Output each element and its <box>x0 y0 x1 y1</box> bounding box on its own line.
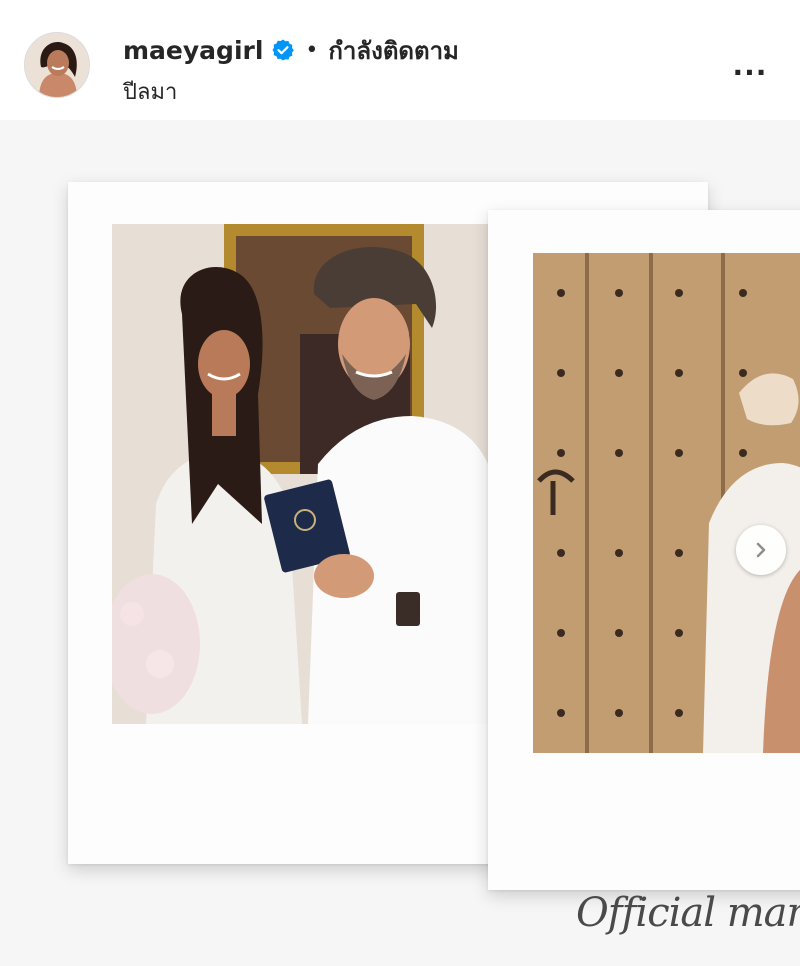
username-row: maeyagirl • กำลังติดตาม <box>123 33 459 67</box>
post-header: maeyagirl • กำลังติดตาม ปีลมา ... <box>0 0 800 120</box>
following-button[interactable]: กำลังติดตาม <box>328 31 459 70</box>
post-location[interactable]: ปีลมา <box>123 74 177 109</box>
couple-photo <box>112 224 488 724</box>
door-photo <box>533 253 800 753</box>
profile-avatar[interactable] <box>24 32 90 98</box>
next-slide-button[interactable] <box>736 525 786 575</box>
username-link[interactable]: maeyagirl <box>123 36 263 65</box>
chevron-right-icon <box>756 542 766 558</box>
verified-badge-icon <box>271 38 295 62</box>
more-options-button[interactable]: ... <box>728 48 772 82</box>
post-image[interactable]: Official marri <box>0 120 800 966</box>
separator-dot: • <box>305 37 319 63</box>
more-options-icon: ... <box>732 48 768 82</box>
script-caption: Official marri <box>576 890 800 936</box>
